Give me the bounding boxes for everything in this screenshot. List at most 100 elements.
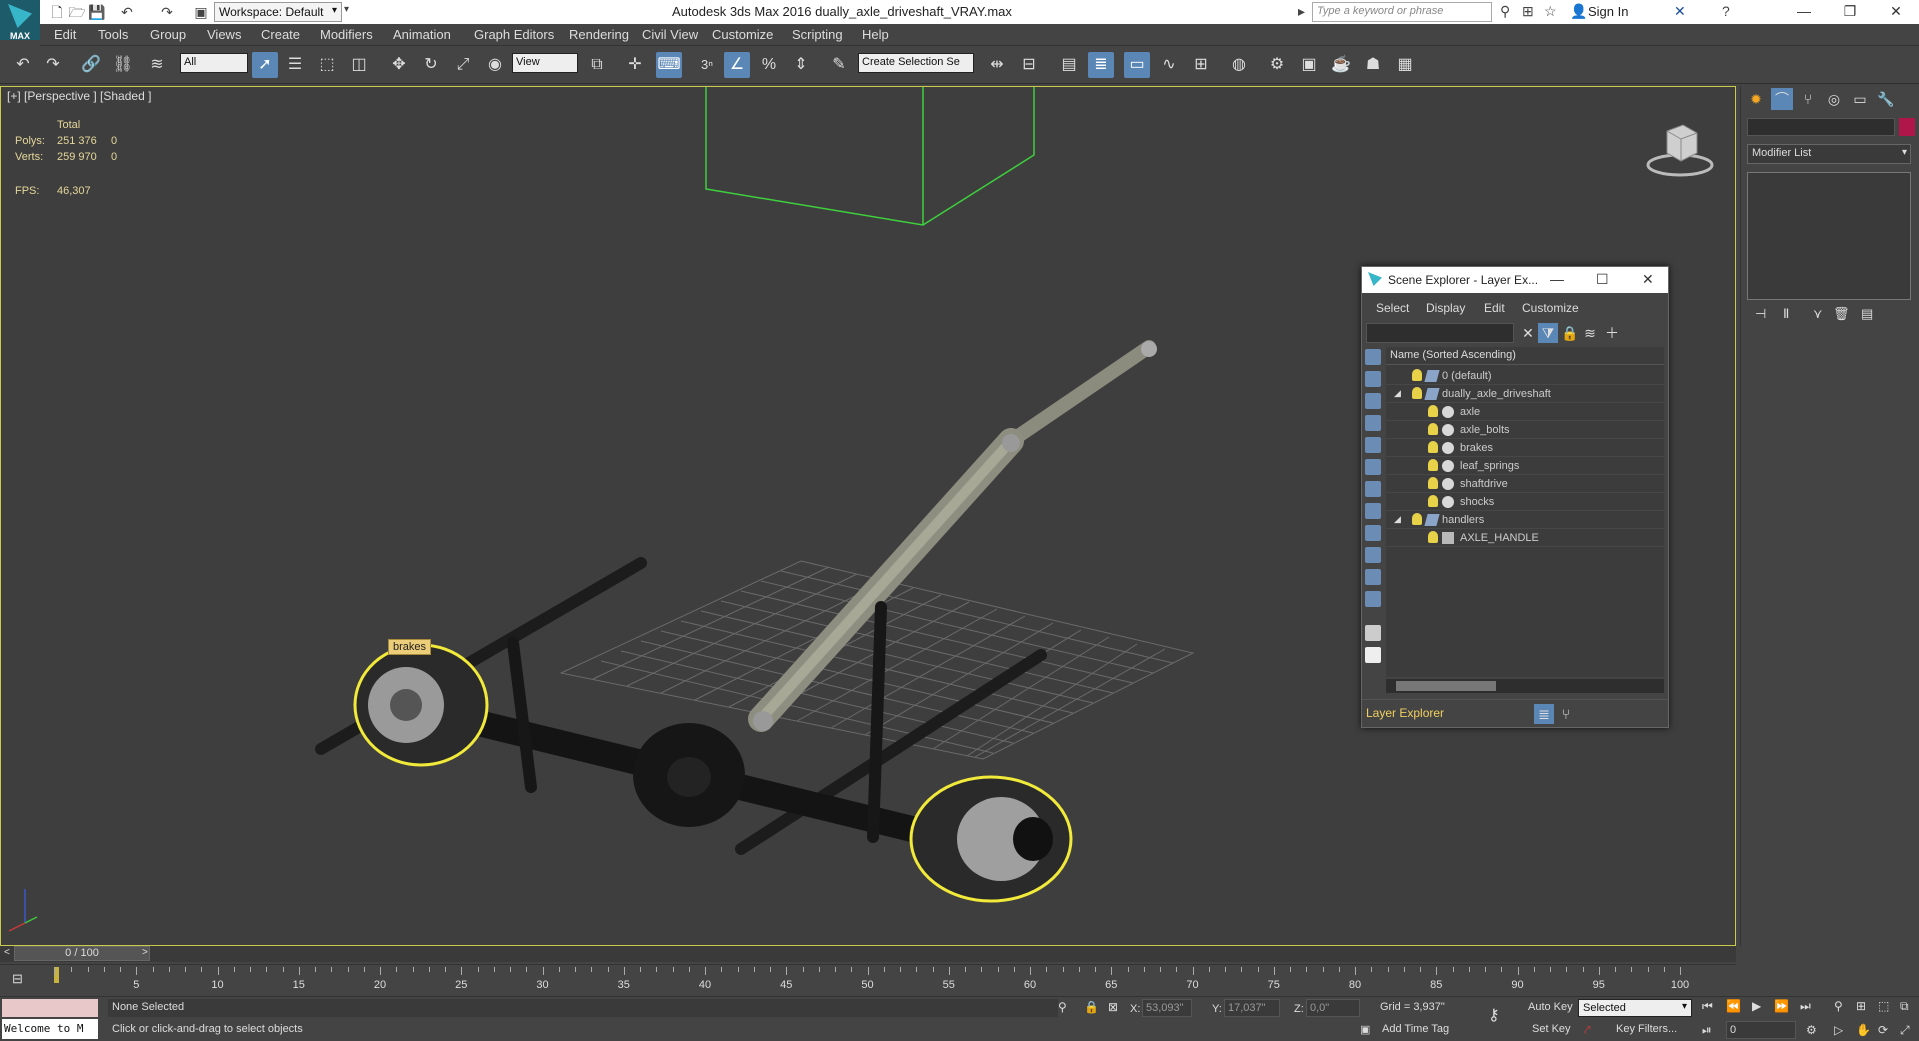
- workspace-dropdown[interactable]: Workspace: Default: [214, 2, 342, 22]
- y-coordinate-field[interactable]: 17,037": [1224, 999, 1280, 1017]
- selection-filter-dropdown[interactable]: All: [180, 53, 248, 73]
- lightbulb-icon[interactable]: [1428, 477, 1438, 489]
- unlink-icon[interactable]: ⛓: [110, 52, 136, 78]
- key-mode-dropdown[interactable]: Selected: [1578, 999, 1692, 1017]
- modifier-list-dropdown[interactable]: Modifier List: [1747, 144, 1911, 164]
- scale-icon[interactable]: ⤢: [450, 52, 476, 78]
- select-object-icon[interactable]: ➚: [252, 52, 278, 78]
- auto-key-button[interactable]: Auto Key: [1528, 1001, 1573, 1013]
- selection-lock-icon[interactable]: 🔒: [1084, 1000, 1099, 1014]
- display-shapes-icon[interactable]: [1365, 371, 1381, 387]
- edit-named-selection-icon[interactable]: ✎: [826, 52, 852, 78]
- mirror-icon[interactable]: ⇹: [984, 52, 1010, 78]
- scene-explorer-titlebar[interactable]: Scene Explorer - Layer Ex... — ☐ ✕: [1362, 267, 1668, 293]
- pin-stack-icon[interactable]: ⊣: [1755, 306, 1766, 322]
- menu-animation[interactable]: Animation: [393, 27, 451, 42]
- maximize-icon[interactable]: ☐: [1596, 271, 1609, 288]
- se-menu-edit[interactable]: Edit: [1484, 301, 1505, 315]
- viewport-label[interactable]: [+] [Perspective ] [Shaded ]: [7, 89, 151, 103]
- utilities-tab-icon[interactable]: 🔧: [1875, 88, 1897, 110]
- link-icon[interactable]: 🔗: [78, 52, 104, 78]
- menu-tools[interactable]: Tools: [98, 27, 128, 42]
- display-bones-icon[interactable]: [1365, 525, 1381, 541]
- horizontal-scrollbar[interactable]: [1386, 679, 1664, 693]
- menu-civil-view[interactable]: Civil View: [642, 27, 698, 42]
- chevron-down-icon[interactable]: ▾: [344, 4, 349, 15]
- clear-search-icon[interactable]: ✕: [1518, 323, 1538, 343]
- pivot-center-icon[interactable]: ⧉: [584, 52, 610, 78]
- display-frozen-icon[interactable]: [1365, 569, 1381, 585]
- pan-icon[interactable]: ✋: [1856, 1023, 1871, 1037]
- add-to-layer-icon[interactable]: ≋: [1580, 323, 1600, 343]
- add-time-tag-button[interactable]: Add Time Tag: [1382, 1023, 1449, 1035]
- project-folder-icon[interactable]: ▣: [192, 3, 210, 21]
- zoom-all-icon[interactable]: ⊞: [1856, 999, 1866, 1013]
- angle-snap-icon[interactable]: ∠: [724, 52, 750, 78]
- expand-icon[interactable]: ◢: [1394, 514, 1401, 525]
- tree-row[interactable]: 0 (default): [1386, 367, 1664, 385]
- display-xrefs-icon[interactable]: [1365, 503, 1381, 519]
- time-tag-icon[interactable]: ▣: [1360, 1023, 1370, 1036]
- modifier-stack[interactable]: [1747, 172, 1911, 300]
- rotate-icon[interactable]: ↻: [418, 52, 444, 78]
- reference-coordinate-dropdown[interactable]: View: [512, 53, 578, 73]
- filter-icon[interactable]: ⧩: [1538, 323, 1558, 343]
- spinner-snap-icon[interactable]: ⇕: [788, 52, 814, 78]
- display-lights-icon[interactable]: [1365, 393, 1381, 409]
- app-logo[interactable]: MAX: [0, 0, 40, 41]
- sign-in-button[interactable]: Sign In: [1588, 4, 1628, 19]
- lightbulb-icon[interactable]: [1428, 495, 1438, 507]
- time-configuration-icon[interactable]: ⚙: [1806, 1023, 1817, 1037]
- column-header[interactable]: Name (Sorted Ascending): [1386, 347, 1664, 365]
- restore-icon[interactable]: ❐: [1827, 0, 1873, 24]
- user-icon[interactable]: 👤: [1570, 3, 1587, 20]
- undo-icon[interactable]: ↶: [10, 52, 36, 78]
- render-activeshade-icon[interactable]: ▦: [1392, 52, 1418, 78]
- play-icon[interactable]: ▶: [1752, 999, 1761, 1013]
- schematic-view-icon[interactable]: ⊞: [1188, 52, 1214, 78]
- move-icon[interactable]: ✥: [386, 52, 412, 78]
- close-icon[interactable]: ✕: [1642, 271, 1654, 288]
- chevron-right-icon[interactable]: ▸: [1298, 3, 1305, 20]
- tree-row[interactable]: axle: [1386, 403, 1664, 421]
- open-file-icon[interactable]: 🗁: [68, 3, 86, 21]
- snap-toggle-icon[interactable]: 3ⁿ: [694, 52, 720, 78]
- help-icon[interactable]: ?: [1722, 3, 1730, 19]
- percent-snap-icon[interactable]: %: [756, 52, 782, 78]
- previous-frame-icon[interactable]: ⏪: [1726, 999, 1741, 1013]
- material-editor-icon[interactable]: ◍: [1226, 52, 1252, 78]
- rendered-frame-window-icon[interactable]: ▣: [1296, 52, 1322, 78]
- render-production-icon[interactable]: ☕: [1328, 52, 1354, 78]
- exchange-icon[interactable]: ✕: [1674, 3, 1686, 20]
- key-mode-toggle-icon[interactable]: ⏯: [1702, 1023, 1712, 1038]
- lightbulb-icon[interactable]: [1428, 423, 1438, 435]
- set-key-button[interactable]: Set Key: [1532, 1023, 1571, 1035]
- se-search-input[interactable]: [1366, 323, 1514, 343]
- z-coordinate-field[interactable]: 0,0": [1306, 999, 1360, 1017]
- zoom-icon[interactable]: ⚲: [1834, 999, 1843, 1013]
- absolute-mode-icon[interactable]: ⊠: [1108, 1000, 1118, 1014]
- maxscript-listener-output[interactable]: Welcome to M: [2, 1019, 98, 1039]
- render-setup-icon[interactable]: ⚙: [1264, 52, 1290, 78]
- tree-row[interactable]: ◢ dually_axle_driveshaft: [1386, 385, 1664, 403]
- tree-row[interactable]: axle_bolts: [1386, 421, 1664, 439]
- display-geometry-icon[interactable]: [1365, 349, 1381, 365]
- display-all-icon[interactable]: [1365, 625, 1381, 641]
- track-bar[interactable]: ⊟ 5 10 15 20 25 30 35 40 45 50 55 60 65 70 75 80 85 90 95 1…: [0, 964, 1736, 996]
- field-of-view-icon[interactable]: ▷: [1834, 1023, 1843, 1037]
- lightbulb-icon[interactable]: [1412, 387, 1422, 399]
- select-manipulate-icon[interactable]: ✛: [622, 52, 648, 78]
- display-cameras-icon[interactable]: [1365, 415, 1381, 431]
- key-filters-button[interactable]: Key Filters...: [1616, 1023, 1677, 1035]
- display-containers-icon[interactable]: [1365, 547, 1381, 563]
- menu-edit[interactable]: Edit: [54, 27, 76, 42]
- place-icon[interactable]: ◉: [482, 52, 508, 78]
- minimize-icon[interactable]: —: [1550, 271, 1564, 287]
- window-crossing-icon[interactable]: ◫: [346, 52, 372, 78]
- curve-editor-icon[interactable]: ∿: [1156, 52, 1182, 78]
- lock-icon[interactable]: 🔒: [1560, 323, 1580, 343]
- save-file-icon[interactable]: 💾: [88, 3, 106, 21]
- menu-scripting[interactable]: Scripting: [792, 27, 843, 42]
- display-spacewarps-icon[interactable]: [1365, 459, 1381, 475]
- menu-create[interactable]: Create: [261, 27, 300, 42]
